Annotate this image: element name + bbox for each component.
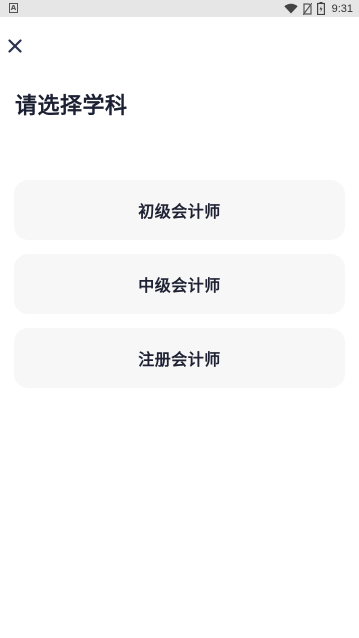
no-sim-icon xyxy=(302,2,312,15)
close-icon xyxy=(8,39,22,53)
subject-list: 初级会计师 中级会计师 注册会计师 xyxy=(14,180,345,402)
wifi-icon xyxy=(283,3,298,14)
status-bar-right: 9:31 xyxy=(283,0,353,17)
subject-option-label: 中级会计师 xyxy=(138,276,221,295)
subject-option-label: 初级会计师 xyxy=(138,202,221,221)
subject-option-cpa[interactable]: 注册会计师 xyxy=(14,328,345,388)
status-bar: A 9:31 xyxy=(0,0,359,17)
subject-option-label: 注册会计师 xyxy=(138,350,221,369)
app-notification-icon: A xyxy=(9,3,18,13)
subject-option-intermediate-accountant[interactable]: 中级会计师 xyxy=(14,254,345,314)
battery-icon xyxy=(316,2,325,15)
close-button[interactable] xyxy=(4,35,26,57)
page-title: 请选择学科 xyxy=(15,94,128,119)
subject-option-junior-accountant[interactable]: 初级会计师 xyxy=(14,180,345,240)
status-time: 9:31 xyxy=(331,2,353,15)
